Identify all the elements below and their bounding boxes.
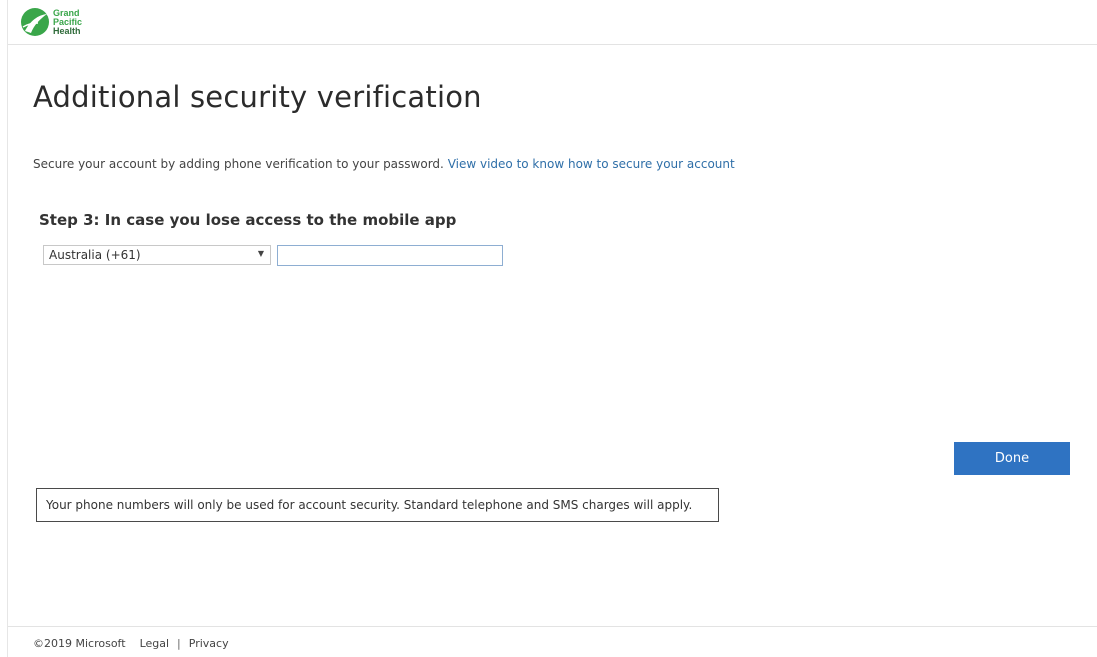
privacy-link[interactable]: Privacy: [189, 637, 229, 650]
brand-logo: Grand Pacific Health: [20, 4, 82, 40]
page: Grand Pacific Health Additional security…: [0, 0, 1097, 657]
footer: ©2019 Microsoft Legal | Privacy: [33, 637, 229, 650]
page-title: Additional security verification: [33, 80, 482, 114]
dropdown-triangle-icon: ▼: [257, 249, 264, 258]
legal-link[interactable]: Legal: [140, 637, 169, 650]
country-code-selected: Australia (+61): [49, 248, 141, 262]
view-video-link[interactable]: View video to know how to secure your ac…: [448, 157, 735, 171]
intro-description: Secure your account by adding phone veri…: [33, 157, 444, 171]
done-button[interactable]: Done: [954, 442, 1070, 475]
copyright-text: ©2019 Microsoft: [33, 637, 126, 650]
step-heading: Step 3: In case you lose access to the m…: [39, 211, 457, 229]
phone-number-input[interactable]: [277, 245, 503, 266]
intro-text: Secure your account by adding phone veri…: [33, 157, 735, 171]
footer-separator: |: [177, 637, 181, 650]
brand-wordmark: Grand Pacific Health: [53, 8, 82, 36]
footer-divider: [8, 626, 1097, 627]
header: Grand Pacific Health: [8, 0, 1097, 45]
phone-usage-notice: Your phone numbers will only be used for…: [36, 488, 719, 522]
left-divider: [7, 0, 8, 657]
country-code-select[interactable]: Australia (+61) ▼: [43, 245, 271, 265]
grand-pacific-health-logo-icon: [21, 8, 49, 36]
brand-line-3: Health: [53, 25, 81, 36]
